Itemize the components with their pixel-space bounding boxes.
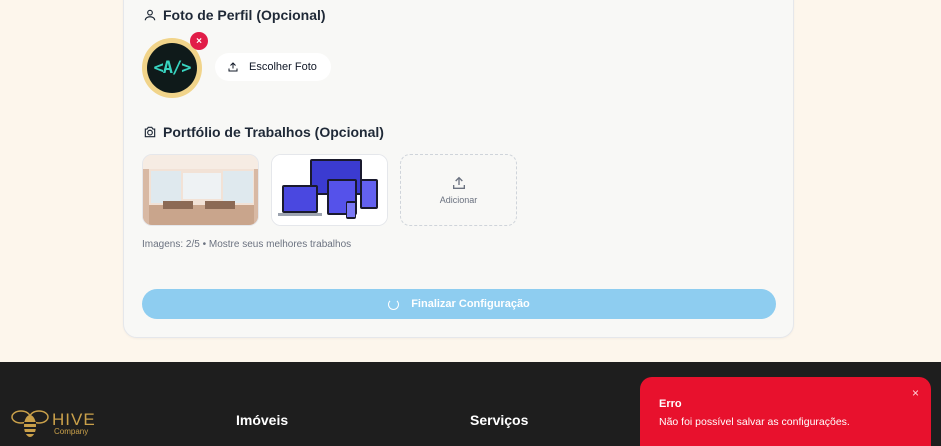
camera-icon (144, 126, 156, 138)
hive-logo[interactable]: HIVE Company (10, 406, 96, 440)
portfolio-image-1[interactable] (142, 154, 259, 226)
upload-icon (452, 176, 465, 189)
devices-photo (272, 155, 387, 225)
finish-setup-button[interactable]: Finalizar Configuração (142, 289, 776, 319)
choose-photo-label: Escolher Foto (249, 61, 317, 73)
avatar-image: <A/> (147, 43, 197, 93)
upload-icon (228, 62, 238, 72)
profile-photo-title: Foto de Perfil (Opcional) (163, 7, 326, 23)
profile-photo-heading: Foto de Perfil (Opcional) (143, 7, 326, 23)
toast-message: Não foi possível salvar as configurações… (659, 416, 850, 428)
remove-photo-button[interactable]: × (190, 32, 208, 50)
footer-heading-servicos: Serviços (470, 412, 529, 428)
bee-icon (11, 410, 49, 437)
choose-photo-button[interactable]: Escolher Foto (215, 53, 331, 81)
add-portfolio-image-button[interactable]: Adicionar (400, 154, 517, 226)
avatar-container: <A/> × (142, 32, 208, 98)
loading-spinner-icon (388, 298, 400, 310)
toast-title: Erro (659, 398, 682, 410)
add-image-label: Adicionar (439, 195, 478, 205)
close-icon[interactable]: × (912, 386, 919, 400)
avatar-logo-text: <A/> (153, 58, 192, 78)
logo-text: HIVE Company (52, 411, 96, 436)
footer-heading-imoveis: Imóveis (236, 412, 289, 428)
error-toast: × Erro Não foi possível salvar as config… (640, 377, 931, 446)
user-icon (144, 9, 156, 21)
close-icon: × (196, 35, 202, 47)
portfolio-title: Portfólio de Trabalhos (Opcional) (163, 124, 384, 140)
portfolio-hint: Imagens: 2/5 • Mostre seus melhores trab… (142, 239, 352, 250)
logo-subtitle: Company (54, 426, 89, 436)
finish-setup-label: Finalizar Configuração (411, 298, 530, 310)
portfolio-image-2[interactable] (271, 154, 388, 226)
portfolio-heading: Portfólio de Trabalhos (Opcional) (143, 124, 384, 140)
office-photo (143, 155, 258, 225)
logo-name: HIVE (52, 409, 96, 429)
